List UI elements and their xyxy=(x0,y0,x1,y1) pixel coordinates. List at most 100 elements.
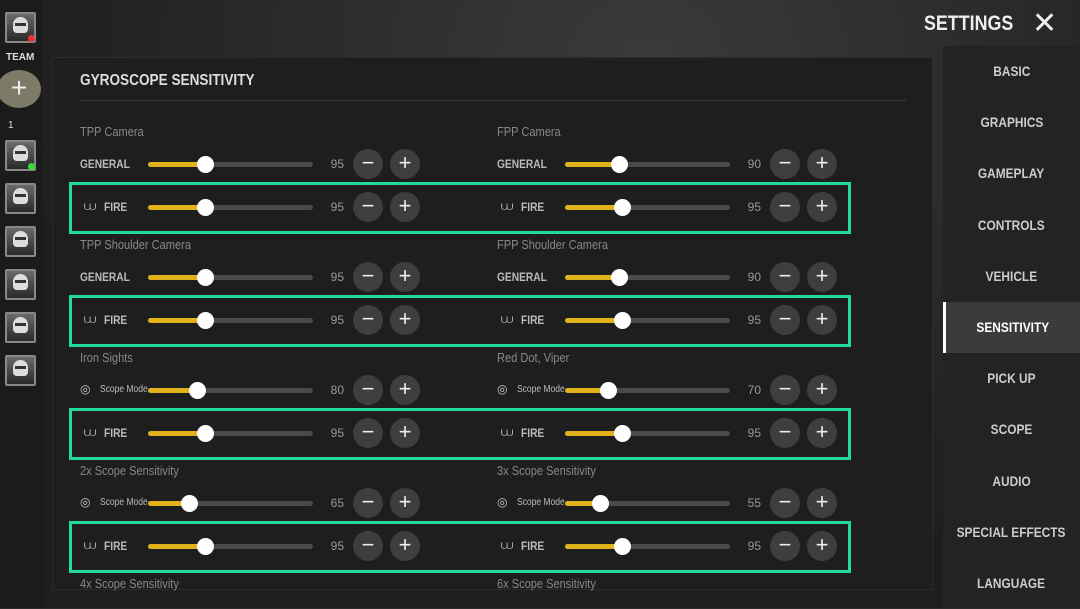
sensitivity-slider[interactable] xyxy=(148,156,313,173)
decrease-button[interactable]: − xyxy=(770,192,800,222)
row-label: FIRE xyxy=(104,426,128,440)
sensitivity-slider[interactable] xyxy=(148,382,313,399)
sensitivity-slider[interactable] xyxy=(565,312,730,329)
increase-button[interactable]: + xyxy=(807,375,837,405)
increase-button[interactable]: + xyxy=(390,488,420,518)
fire-sensitivity-row: ⩊ FIRE 95− + xyxy=(80,418,420,448)
sensitivity-slider[interactable] xyxy=(565,538,730,555)
slider-thumb[interactable] xyxy=(197,312,215,329)
sensitivity-slider[interactable] xyxy=(148,269,313,286)
scope-mode-row: ◎ Scope Mode 55− + xyxy=(497,488,837,518)
sensitivity-slider[interactable] xyxy=(148,495,313,512)
sensitivity-slider[interactable] xyxy=(148,425,313,442)
nav-item-graphics[interactable]: GRAPHICS xyxy=(943,97,1080,148)
slider-thumb[interactable] xyxy=(614,538,632,555)
decrease-button[interactable]: − xyxy=(353,262,383,292)
fire-sensitivity-row: ⩊ FIRE 95− + xyxy=(497,192,837,222)
increase-button[interactable]: + xyxy=(390,531,420,561)
decrease-button[interactable]: − xyxy=(770,488,800,518)
slider-thumb[interactable] xyxy=(197,199,215,216)
increase-button[interactable]: + xyxy=(807,531,837,561)
add-team-button[interactable]: + xyxy=(0,70,41,108)
sensitivity-slider[interactable] xyxy=(565,382,730,399)
sensitivity-slider[interactable] xyxy=(148,312,313,329)
sensitivity-slider[interactable] xyxy=(148,538,313,555)
nav-item-scope[interactable]: SCOPE xyxy=(943,404,1080,455)
increase-button[interactable]: + xyxy=(807,488,837,518)
teammate-avatar[interactable] xyxy=(5,226,36,257)
increase-button[interactable]: + xyxy=(390,262,420,292)
increase-button[interactable]: + xyxy=(390,192,420,222)
increase-button[interactable]: + xyxy=(807,418,837,448)
increase-button[interactable]: + xyxy=(807,305,837,335)
nav-item-language[interactable]: LANGUAGE xyxy=(943,558,1080,609)
increase-button[interactable]: + xyxy=(807,149,837,179)
nav-item-audio[interactable]: AUDIO xyxy=(943,456,1080,507)
sensitivity-slider[interactable] xyxy=(565,495,730,512)
slider-thumb[interactable] xyxy=(197,269,215,286)
sensitivity-slider[interactable] xyxy=(565,199,730,216)
nav-item-basic[interactable]: BASIC xyxy=(943,46,1080,97)
slider-thumb[interactable] xyxy=(197,538,215,555)
decrease-button[interactable]: − xyxy=(353,375,383,405)
slider-thumb[interactable] xyxy=(614,312,632,329)
sensitivity-slider[interactable] xyxy=(565,269,730,286)
increase-button[interactable]: + xyxy=(807,262,837,292)
team-label: TEAM xyxy=(6,52,35,63)
increase-button[interactable]: + xyxy=(390,305,420,335)
section-title: 4x Scope Sensitivity xyxy=(80,576,179,591)
fire-icon: ⩊ xyxy=(501,538,514,552)
nav-item-special-effects[interactable]: SPECIAL EFFECTS xyxy=(943,507,1080,558)
slider-thumb[interactable] xyxy=(611,156,629,173)
slider-thumb[interactable] xyxy=(600,382,618,399)
slider-thumb[interactable] xyxy=(188,382,206,399)
slider-thumb[interactable] xyxy=(614,199,632,216)
decrease-button[interactable]: − xyxy=(353,531,383,561)
nav-item-sensitivity[interactable]: SENSITIVITY xyxy=(943,302,1080,353)
nav-item-vehicle[interactable]: VEHICLE xyxy=(943,251,1080,302)
team-count: 1 xyxy=(8,120,14,131)
teammate-avatar[interactable] xyxy=(5,312,36,343)
decrease-button[interactable]: − xyxy=(353,418,383,448)
slider-thumb[interactable] xyxy=(611,269,629,286)
slider-value: 80 xyxy=(330,383,344,397)
decrease-button[interactable]: − xyxy=(770,305,800,335)
row-label: FIRE xyxy=(104,200,128,214)
fire-sensitivity-row: ⩊ FIRE 95− + xyxy=(497,418,837,448)
slider-thumb[interactable] xyxy=(180,495,198,512)
slider-thumb[interactable] xyxy=(592,495,610,512)
row-label: FIRE xyxy=(521,426,545,440)
status-dot xyxy=(28,35,35,42)
teammate-avatar[interactable] xyxy=(5,140,36,171)
teammate-avatar[interactable] xyxy=(5,183,36,214)
decrease-button[interactable]: − xyxy=(770,149,800,179)
section-title: 3x Scope Sensitivity xyxy=(497,463,596,478)
increase-button[interactable]: + xyxy=(390,149,420,179)
slider-thumb[interactable] xyxy=(614,425,632,442)
decrease-button[interactable]: − xyxy=(770,375,800,405)
decrease-button[interactable]: − xyxy=(770,531,800,561)
increase-button[interactable]: + xyxy=(390,418,420,448)
teammate-avatar[interactable] xyxy=(5,269,36,300)
sensitivity-slider[interactable] xyxy=(565,156,730,173)
increase-button[interactable]: + xyxy=(807,192,837,222)
decrease-button[interactable]: − xyxy=(770,262,800,292)
slider-value: 95 xyxy=(330,200,344,214)
slider-thumb[interactable] xyxy=(197,425,215,442)
decrease-button[interactable]: − xyxy=(353,488,383,518)
decrease-button[interactable]: − xyxy=(353,305,383,335)
slider-thumb[interactable] xyxy=(197,156,215,173)
nav-item-pick-up[interactable]: PICK UP xyxy=(943,353,1080,404)
sensitivity-slider[interactable] xyxy=(565,425,730,442)
sensitivity-slider[interactable] xyxy=(148,199,313,216)
teammate-avatar[interactable] xyxy=(5,355,36,386)
nav-item-gameplay[interactable]: GAMEPLAY xyxy=(943,148,1080,199)
slider-value: 90 xyxy=(747,270,761,284)
player-avatar[interactable] xyxy=(5,12,36,43)
close-icon[interactable]: ✕ xyxy=(1032,6,1057,42)
decrease-button[interactable]: − xyxy=(770,418,800,448)
increase-button[interactable]: + xyxy=(390,375,420,405)
decrease-button[interactable]: − xyxy=(353,149,383,179)
decrease-button[interactable]: − xyxy=(353,192,383,222)
nav-item-controls[interactable]: CONTROLS xyxy=(943,200,1080,251)
